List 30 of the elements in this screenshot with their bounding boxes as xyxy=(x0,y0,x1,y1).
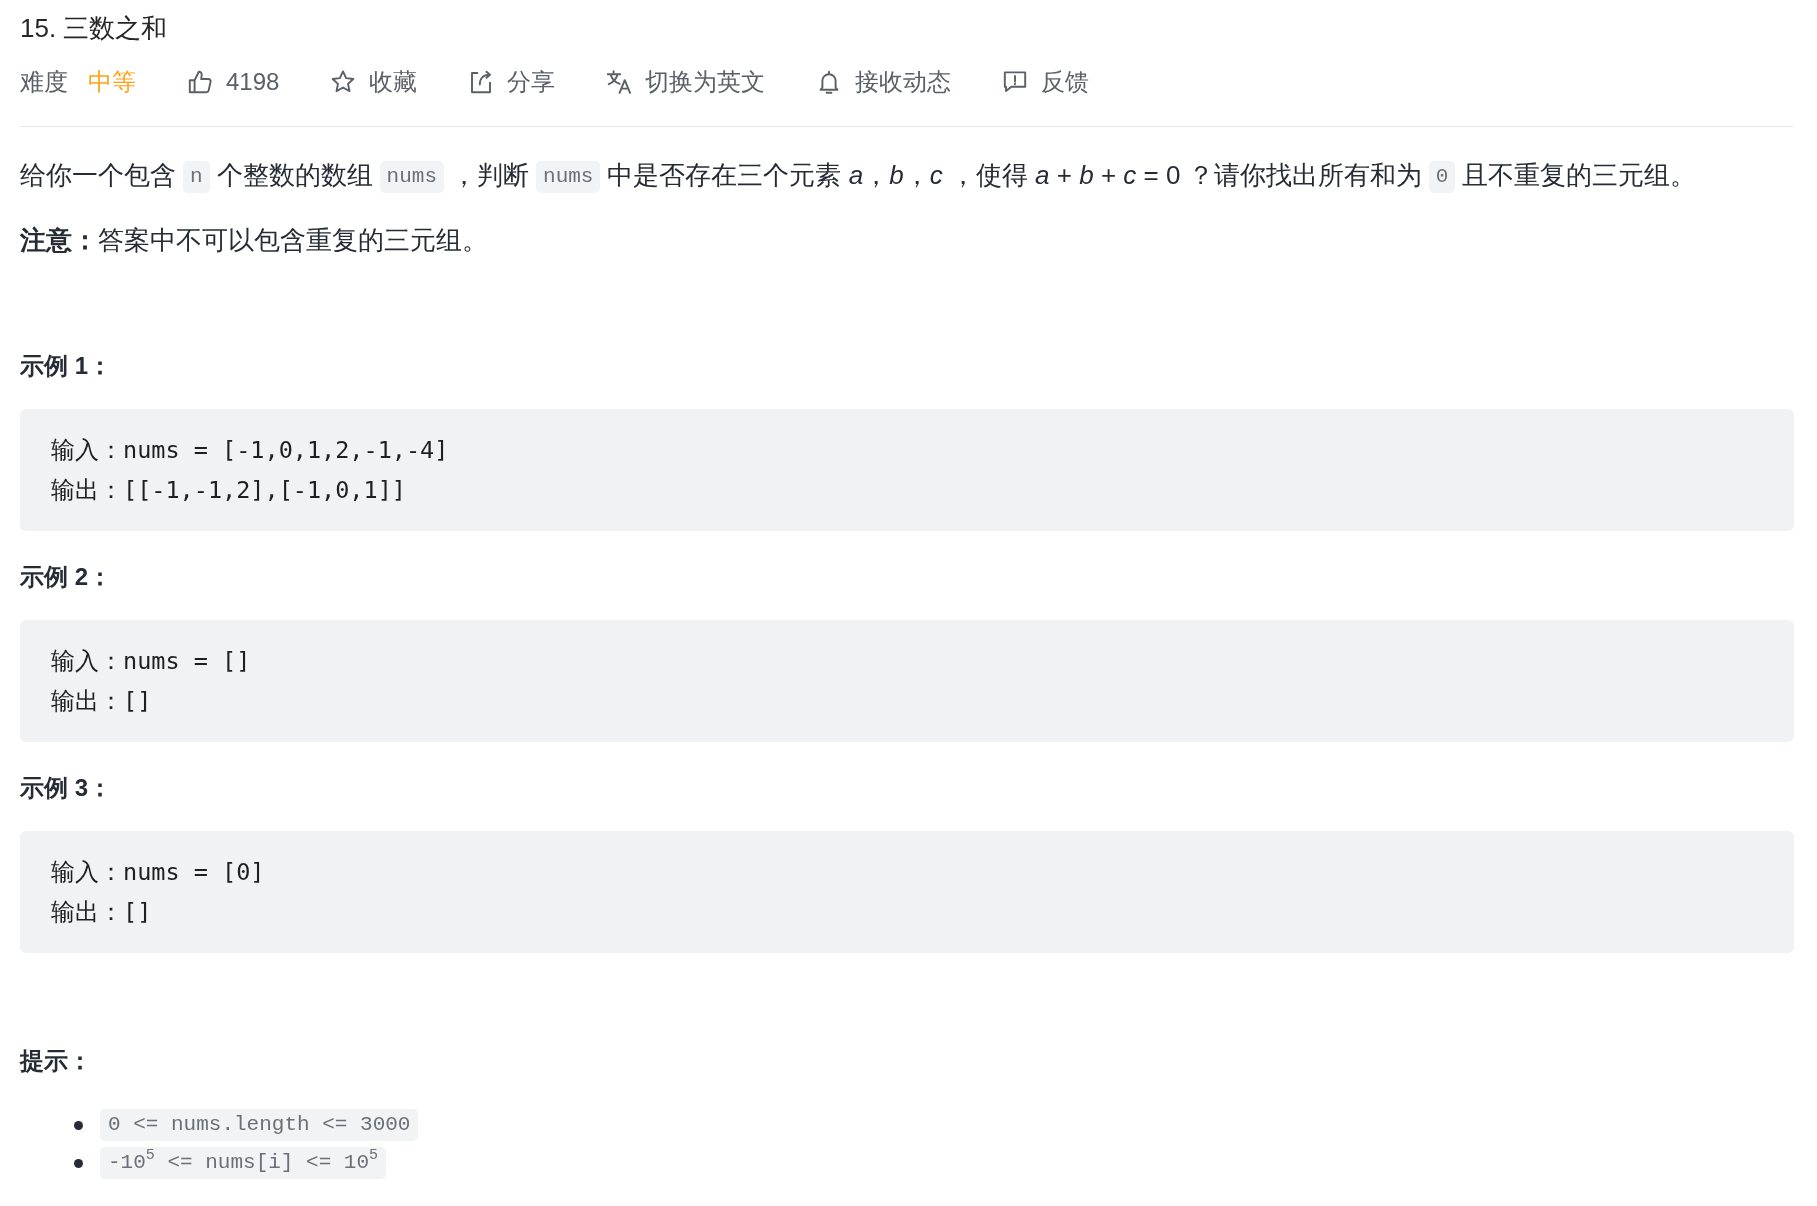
share-icon xyxy=(469,70,494,94)
bullet-icon xyxy=(74,1120,83,1130)
favorite-button[interactable]: 收藏 xyxy=(331,66,418,98)
code-line: 输出：[] xyxy=(51,897,153,928)
example-heading: 示例 3： xyxy=(20,773,113,803)
difficulty-value: 中等 xyxy=(88,67,136,97)
code-line: 输入：nums = [-1,0,1,2,-1,-4] xyxy=(51,435,450,466)
subscribe-button[interactable]: 接收动态 xyxy=(817,66,952,98)
bullet-icon xyxy=(74,1158,83,1168)
feedback-button[interactable]: 反馈 xyxy=(1003,66,1090,98)
code-line: 输出：[] xyxy=(51,686,153,717)
problem-title: 15. 三数之和 xyxy=(20,12,169,45)
difficulty-label: 难度 xyxy=(20,67,68,97)
speech-bubble-icon xyxy=(1003,70,1028,94)
translate-button[interactable]: 切换为英文 xyxy=(607,66,766,98)
example-heading: 示例 1： xyxy=(20,351,113,381)
code-line: 输入：nums = [] xyxy=(51,646,252,677)
like-button[interactable]: 4198 xyxy=(188,66,280,98)
star-icon xyxy=(331,70,356,94)
translate-icon xyxy=(607,70,632,94)
constraint-code: -10$^{5}$ <= nums[i] <= 10$^{5}$ xyxy=(100,1147,387,1179)
thumbs-up-icon xyxy=(188,70,212,94)
code-line: 输入：nums = [0] xyxy=(51,857,266,888)
code-line: 输出：[[-1,-1,2],[-1,0,1]] xyxy=(51,475,407,506)
hints-heading: 提示： xyxy=(20,1046,93,1076)
note-text: 注意：答案中不可以包含重复的三元组。 xyxy=(20,224,489,257)
problem-description: 给你一个包含 n 个整数的数组 nums ，判断 nums 中是否存在三个元素 a，b，c ，使得 a + b + c = 0 ？请你找出所有和为 0 且不重复的三元组。 xyxy=(20,155,1794,195)
share-button[interactable]: 分享 xyxy=(469,66,556,98)
constraint-code: 0 <= nums.length <= 3000 xyxy=(100,1109,419,1141)
example-heading: 示例 2： xyxy=(20,562,113,592)
